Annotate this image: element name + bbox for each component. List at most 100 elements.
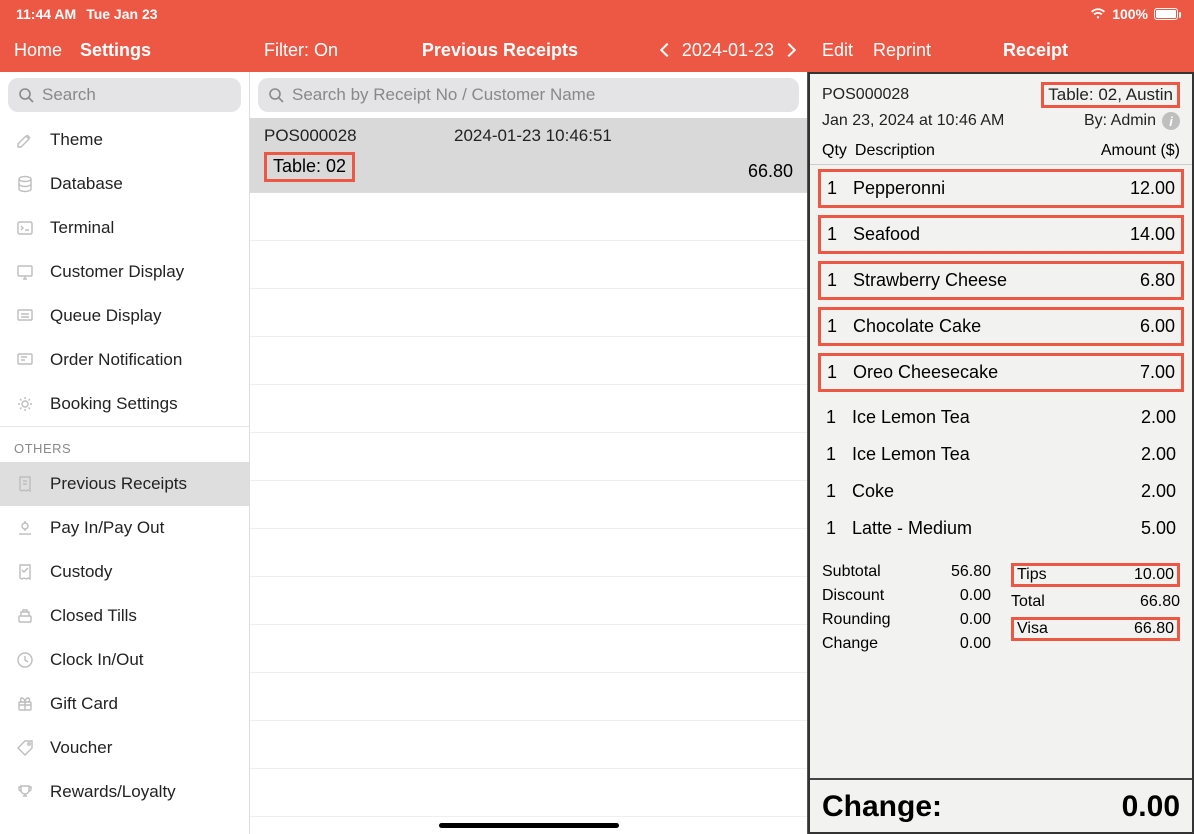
reprint-button[interactable]: Reprint: [873, 40, 931, 61]
settings-title[interactable]: Settings: [80, 40, 151, 61]
sidebar-item-clock-in-out[interactable]: Clock In/Out: [0, 638, 249, 682]
col-amount: Amount ($): [1101, 142, 1180, 160]
item-amount: 14.00: [1109, 224, 1179, 245]
gift-icon: [14, 694, 36, 714]
item-desc: Chocolate Cake: [853, 316, 1099, 337]
item-desc: Oreo Cheesecake: [853, 362, 1099, 383]
filter-toggle[interactable]: Filter: On: [264, 40, 338, 61]
sidebar-item-voucher[interactable]: Voucher: [0, 726, 249, 770]
sidebar-item-label: Rewards/Loyalty: [50, 782, 176, 802]
summary-value: 56.80: [951, 563, 991, 581]
summary-key: Tips: [1017, 566, 1134, 584]
tag-icon: [14, 738, 36, 758]
home-indicator: [439, 823, 619, 828]
summary-value: 0.00: [951, 635, 991, 653]
date-value[interactable]: 2024-01-23: [682, 40, 774, 61]
sidebar-item-customer-display[interactable]: Customer Display: [0, 250, 249, 294]
sidebar-item-database[interactable]: Database: [0, 162, 249, 206]
receipt-list-empty: [250, 193, 807, 834]
header-left: Home Settings: [0, 28, 250, 72]
summary-key: Total: [1011, 593, 1126, 611]
receipt-row[interactable]: POS000028 2024-01-23 10:46:51 Table: 02 …: [250, 118, 807, 193]
item-desc: Ice Lemon Tea: [852, 444, 1100, 465]
sidebar-item-theme[interactable]: Theme: [0, 118, 249, 162]
receipt-search[interactable]: Search by Receipt No / Customer Name: [258, 78, 799, 112]
sidebar-item-label: Custody: [50, 562, 112, 582]
sidebar: Search Theme Database Terminal Customer …: [0, 72, 250, 834]
receipt-item: 1 Ice Lemon Tea 2.00: [818, 399, 1184, 436]
chevron-left-icon[interactable]: [660, 43, 674, 57]
change-value: 0.00: [1122, 790, 1180, 824]
sidebar-item-label: Theme: [50, 130, 103, 150]
order-icon: [14, 350, 36, 370]
sidebar-item-pay-in-pay-out[interactable]: Pay In/Pay Out: [0, 506, 249, 550]
item-amount: 2.00: [1110, 444, 1180, 465]
item-amount: 7.00: [1109, 362, 1179, 383]
chevron-right-icon[interactable]: [782, 43, 796, 57]
info-icon[interactable]: i: [1162, 112, 1180, 130]
home-link[interactable]: Home: [14, 40, 62, 61]
sidebar-item-gift-card[interactable]: Gift Card: [0, 682, 249, 726]
receipt-item: 1 Seafood 14.00: [818, 215, 1184, 254]
summary-key: Subtotal: [822, 563, 937, 581]
sidebar-item-label: Gift Card: [50, 694, 118, 714]
summary-key: Change: [822, 635, 937, 653]
queue-icon: [14, 306, 36, 326]
summary-value: 66.80: [1134, 620, 1174, 638]
sidebar-item-queue-display[interactable]: Queue Display: [0, 294, 249, 338]
item-amount: 5.00: [1110, 518, 1180, 539]
sidebar-item-label: Terminal: [50, 218, 114, 238]
sidebar-item-order-notification[interactable]: Order Notification: [0, 338, 249, 382]
receipt-id: POS000028: [822, 86, 909, 104]
sidebar-item-custody[interactable]: Custody: [0, 550, 249, 594]
search-icon: [268, 87, 284, 103]
date-navigator: 2024-01-23: [662, 40, 794, 61]
status-bar: 11:44 AM Tue Jan 23 100%: [0, 0, 1194, 28]
receipt-item: 1 Pepperonni 12.00: [818, 169, 1184, 208]
item-desc: Latte - Medium: [852, 518, 1100, 539]
receipt-title: Receipt: [1003, 40, 1068, 61]
sidebar-item-label: Pay In/Pay Out: [50, 518, 164, 538]
terminal-icon: [14, 218, 36, 238]
summary-value: 0.00: [951, 587, 991, 605]
sidebar-search[interactable]: Search: [8, 78, 241, 112]
item-qty: 1: [822, 518, 842, 539]
sidebar-search-placeholder: Search: [42, 85, 96, 105]
wifi-icon: [1090, 6, 1106, 22]
receipt-datetime: Jan 23, 2024 at 10:46 AM: [822, 112, 1004, 130]
sidebar-item-label: Customer Display: [50, 262, 184, 282]
sidebar-item-label: Clock In/Out: [50, 650, 144, 670]
receipt-item: 1 Ice Lemon Tea 2.00: [818, 436, 1184, 473]
summary-value: 10.00: [1134, 566, 1174, 584]
mid-title: Previous Receipts: [422, 40, 578, 61]
receipt-row-id: POS000028: [264, 126, 454, 146]
status-time: 11:44 AM: [16, 6, 76, 22]
summary-boxed: Tips10.00: [1011, 563, 1180, 587]
sidebar-item-booking-settings[interactable]: Booking Settings: [0, 382, 249, 426]
receipt-header: POS000028 Table: 02, Austin Jan 23, 2024…: [810, 74, 1192, 136]
battery-icon: [1154, 8, 1178, 20]
receipt-row-table: Table: 02: [264, 152, 355, 182]
item-qty: 1: [822, 481, 842, 502]
receipt-search-placeholder: Search by Receipt No / Customer Name: [292, 85, 595, 105]
sidebar-item-closed-tills[interactable]: Closed Tills: [0, 594, 249, 638]
item-desc: Ice Lemon Tea: [852, 407, 1100, 428]
summary-key: Discount: [822, 587, 937, 605]
sidebar-item-previous-receipts[interactable]: Previous Receipts: [0, 462, 249, 506]
receipt-item: 1 Chocolate Cake 6.00: [818, 307, 1184, 346]
receipt-column-headers: Qty Description Amount ($): [810, 136, 1192, 165]
sidebar-item-label: Queue Display: [50, 306, 162, 326]
item-amount: 12.00: [1109, 178, 1179, 199]
item-desc: Pepperonni: [853, 178, 1099, 199]
edit-button[interactable]: Edit: [822, 40, 853, 61]
sidebar-item-terminal[interactable]: Terminal: [0, 206, 249, 250]
item-amount: 2.00: [1110, 481, 1180, 502]
custody-icon: [14, 562, 36, 582]
receipt-panel: POS000028 Table: 02, Austin Jan 23, 2024…: [808, 72, 1194, 834]
receipt-icon: [14, 474, 36, 494]
sidebar-item-label: Voucher: [50, 738, 112, 758]
header-right: Edit Reprint Receipt: [808, 28, 1194, 72]
summary-key: Visa: [1017, 620, 1134, 638]
sidebar-item-rewards-loyalty[interactable]: Rewards/Loyalty: [0, 770, 249, 814]
till-icon: [14, 606, 36, 626]
